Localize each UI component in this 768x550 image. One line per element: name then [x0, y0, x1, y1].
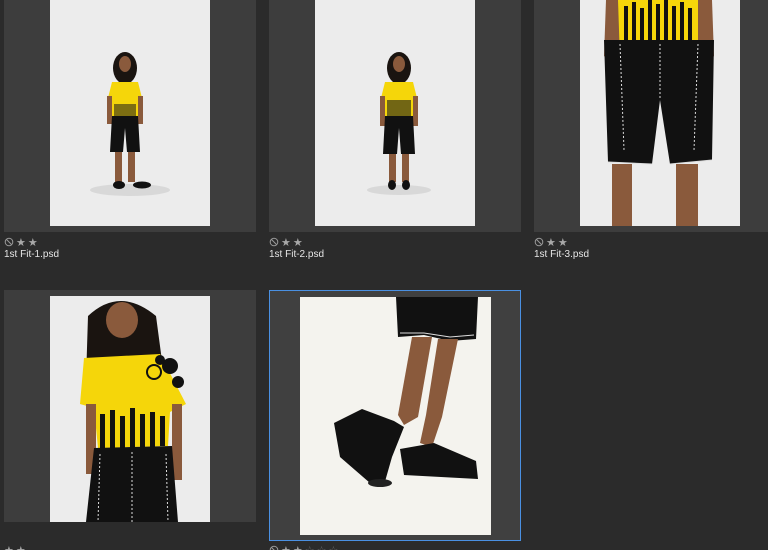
thumbnail-cell[interactable]: ★ ★ 1st Fit-3.psd: [534, 0, 768, 260]
rating-row: ★ ★: [4, 544, 256, 550]
thumbnail-filename: 1st Fit-2.psd: [269, 249, 325, 260]
thumbnail-frame[interactable]: [269, 0, 521, 232]
thumbnail-grid: ★ ★ 1st Fit-1.psd ★ ★ 1st Fit-2.psd ★ ★ …: [0, 0, 768, 550]
reject-icon[interactable]: [269, 237, 279, 247]
rating-row: ★ ★: [269, 236, 521, 248]
thumbnail-image[interactable]: [300, 297, 491, 535]
rating-row: ★ ★: [534, 236, 768, 248]
rating-row: ★ ★ ☆ ☆ ☆: [269, 544, 521, 550]
thumbnail-cell-selected[interactable]: ★ ★ ☆ ☆ ☆: [269, 290, 521, 550]
star-icon[interactable]: ★: [16, 545, 26, 550]
rating-row: ★ ★: [4, 236, 256, 248]
thumbnail-cell[interactable]: ★ ★ 1st Fit-2.psd: [269, 0, 521, 260]
star-icon[interactable]: ★: [4, 545, 14, 550]
thumbnail-image[interactable]: [580, 0, 740, 226]
thumbnail-cell[interactable]: ★ ★ 1st Fit-1.psd: [4, 0, 256, 260]
star-icon[interactable]: ★: [16, 237, 26, 248]
thumbnail-frame[interactable]: [269, 290, 521, 541]
thumbnail-frame[interactable]: [4, 290, 256, 522]
star-icon[interactable]: ☆: [305, 545, 315, 550]
thumbnail-filename: 1st Fit-3.psd: [534, 249, 590, 260]
star-icon[interactable]: ★: [293, 237, 303, 248]
star-icon[interactable]: ★: [28, 237, 38, 248]
star-icon[interactable]: ★: [281, 545, 291, 550]
thumbnail-cell[interactable]: ★ ★: [4, 290, 256, 550]
thumbnail-image[interactable]: [315, 0, 475, 226]
thumbnail-image[interactable]: [50, 0, 210, 226]
star-icon[interactable]: ★: [558, 237, 568, 248]
thumbnail-frame[interactable]: [534, 0, 768, 232]
reject-icon[interactable]: [269, 545, 279, 550]
thumbnail-filename: 1st Fit-1.psd: [4, 249, 60, 260]
reject-icon[interactable]: [4, 237, 14, 247]
star-icon[interactable]: ☆: [317, 545, 327, 550]
thumbnail-frame[interactable]: [4, 0, 256, 232]
reject-icon[interactable]: [534, 237, 544, 247]
star-icon[interactable]: ★: [281, 237, 291, 248]
star-icon[interactable]: ☆: [329, 545, 339, 550]
star-icon[interactable]: ★: [293, 545, 303, 550]
star-icon[interactable]: ★: [546, 237, 556, 248]
thumbnail-image[interactable]: [50, 296, 210, 522]
